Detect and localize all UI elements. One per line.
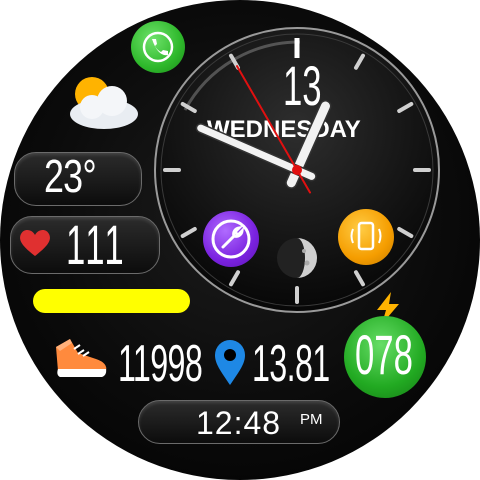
center-hub	[292, 165, 302, 175]
analog-hands	[195, 65, 332, 194]
watch-face: 23° 111 11998 13.81 078 12:48 PM 13 WEDN…	[0, 0, 480, 480]
